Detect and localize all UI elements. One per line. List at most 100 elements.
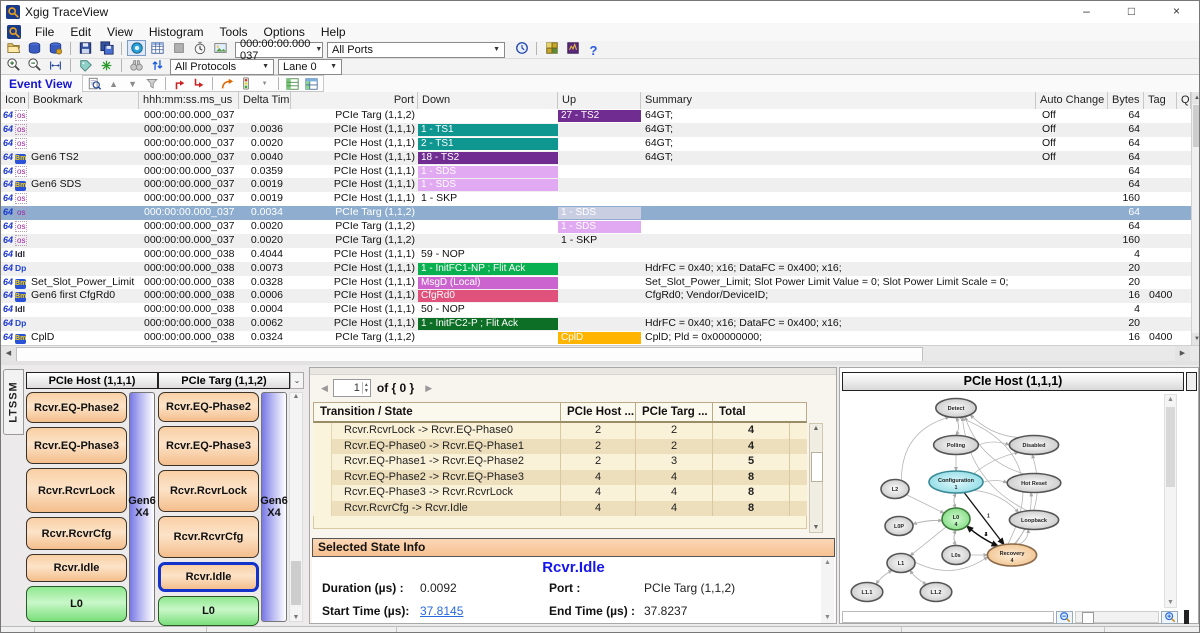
ltssm-state-rcvr-rcvrlock[interactable]: Rcvr.RcvrLock bbox=[158, 470, 259, 512]
event-row[interactable]: 64Idl000:00:00.000_0380.4044PCIe Host (1… bbox=[1, 248, 1191, 262]
event-row[interactable]: 64BmGen6 first CfgRd0000:00:00.000_0380.… bbox=[1, 289, 1191, 303]
column-header-up[interactable]: Up bbox=[558, 92, 641, 109]
grid-view-icon[interactable] bbox=[148, 40, 167, 56]
state-node-l1[interactable]: L1 bbox=[887, 554, 915, 573]
column-header[interactable]: Transition / State bbox=[314, 403, 561, 421]
event-table-horizontal-scrollbar[interactable]: ◀ ▶ bbox=[1, 345, 1200, 361]
state-node-l0s[interactable]: L0s bbox=[942, 546, 970, 565]
column-header-qu[interactable]: Qu bbox=[1177, 92, 1191, 109]
zoom-in-icon[interactable] bbox=[1161, 611, 1178, 624]
ltssm-state-rcvr-idle[interactable]: Rcvr.Idle bbox=[26, 554, 127, 582]
start-time-link[interactable]: 37.8145 bbox=[420, 604, 463, 618]
transition-row[interactable]: Rcvr.RcvrLock -> Rcvr.EQ-Phase0224 bbox=[313, 423, 807, 439]
page-prev-icon[interactable]: ◀ bbox=[316, 383, 333, 394]
event-row[interactable]: 64BmGen6 SDS000:00:00.000_0370.0019PCIe … bbox=[1, 178, 1191, 192]
event-row[interactable]: 64os000:00:00.000_0370.0020PCIe Host (1,… bbox=[1, 137, 1191, 151]
event-row[interactable]: 64os000:00:00.000_0370.0019PCIe Host (1,… bbox=[1, 192, 1191, 206]
state-node-polling[interactable]: Polling bbox=[934, 436, 979, 455]
column-header-auto-change[interactable]: Auto Change bbox=[1036, 92, 1108, 109]
stop-capture-icon[interactable] bbox=[169, 40, 188, 56]
menu-item-edit[interactable]: Edit bbox=[62, 25, 99, 39]
protocols-selector[interactable]: All Protocols▼ bbox=[170, 59, 274, 75]
event-row[interactable]: 64os000:00:00.000_0370.0034PCIe Targ (1,… bbox=[1, 206, 1191, 220]
event-row[interactable]: 64os000:00:00.000_037PCIe Targ (1,1,2)27… bbox=[1, 109, 1191, 123]
state-node-l2[interactable]: L2 bbox=[881, 480, 909, 499]
column-header-summary[interactable]: Summary bbox=[641, 92, 1036, 109]
save-all-icon[interactable] bbox=[97, 40, 116, 56]
color-legend-icon[interactable] bbox=[542, 40, 561, 56]
scroll-down-icon[interactable]: ▼ bbox=[1192, 333, 1200, 345]
ltssm-targ-header[interactable]: PCIe Targ (1,1,2) bbox=[158, 372, 290, 389]
ltssm-state-l0[interactable]: L0 bbox=[26, 586, 127, 622]
jump-next-icon[interactable] bbox=[190, 77, 207, 91]
scrollbar-thumb[interactable] bbox=[1166, 407, 1175, 487]
column-header[interactable]: PCIe Targ ... bbox=[636, 403, 713, 421]
swap-direction-icon[interactable] bbox=[148, 57, 167, 73]
page-next-icon[interactable]: ▶ bbox=[420, 383, 437, 394]
state-info-scrollbar[interactable]: ▲ ▼ bbox=[821, 557, 834, 623]
scroll-down-icon[interactable]: ▼ bbox=[810, 524, 822, 531]
scroll-up-icon[interactable]: ▲ bbox=[1165, 396, 1176, 403]
event-row[interactable]: 64Idl000:00:00.000_0380.0004PCIe Host (1… bbox=[1, 303, 1191, 317]
transition-row[interactable]: Rcvr.EQ-Phase2 -> Rcvr.EQ-Phase3448 bbox=[313, 470, 807, 486]
search-icon[interactable] bbox=[127, 57, 146, 73]
scrollbar-thumb[interactable] bbox=[811, 452, 823, 482]
scroll-down-icon[interactable]: ▼ bbox=[1165, 599, 1176, 606]
event-row[interactable]: 64os000:00:00.000_0370.0020PCIe Targ (1,… bbox=[1, 220, 1191, 234]
close-button[interactable]: × bbox=[1154, 1, 1199, 23]
green-table-1-icon[interactable] bbox=[284, 77, 301, 91]
column-header[interactable]: Total bbox=[713, 403, 790, 421]
timer-icon[interactable] bbox=[190, 40, 209, 56]
transition-table-scrollbar[interactable]: ▲ ▼ bbox=[809, 423, 823, 533]
go-link-icon[interactable] bbox=[218, 77, 235, 91]
time-info-icon[interactable] bbox=[512, 40, 531, 56]
ltssm-dropdown-icon[interactable]: ⌄ bbox=[290, 372, 304, 389]
column-header-down[interactable]: Down bbox=[418, 92, 558, 109]
capture-view-icon[interactable] bbox=[127, 40, 146, 56]
column-header-icon[interactable]: Icon bbox=[1, 92, 29, 109]
ltssm-state-l0[interactable]: L0 bbox=[158, 596, 259, 626]
state-node-detect[interactable]: Detect bbox=[936, 399, 976, 418]
view-find-icon[interactable] bbox=[86, 77, 103, 91]
event-row[interactable]: 64os000:00:00.000_0370.0359PCIe Host (1,… bbox=[1, 165, 1191, 179]
scroll-down-icon[interactable]: ▼ bbox=[290, 614, 302, 621]
ltssm-state-rcvr-rcvrlock[interactable]: Rcvr.RcvrLock bbox=[26, 468, 127, 513]
page-number[interactable]: 1 bbox=[334, 382, 362, 394]
state-node-disabled[interactable]: Disabled bbox=[1009, 436, 1058, 455]
event-row[interactable]: 64os000:00:00.000_0370.0020PCIe Targ (1,… bbox=[1, 234, 1191, 248]
slider-thumb[interactable] bbox=[1082, 612, 1094, 624]
dropdown-icon[interactable]: ▼ bbox=[256, 77, 273, 91]
state-node-l0[interactable]: L04 bbox=[942, 508, 970, 530]
scroll-up-icon[interactable]: ▲ bbox=[290, 393, 302, 400]
ltssm-tab[interactable]: LTSSM bbox=[3, 369, 24, 435]
ltssm-state-rcvr-idle[interactable]: Rcvr.Idle bbox=[158, 562, 259, 592]
state-node-l12[interactable]: L1.2 bbox=[920, 583, 952, 602]
event-row[interactable]: 64os000:00:00.000_0370.0036PCIe Host (1,… bbox=[1, 123, 1191, 137]
ltssm-state-rcvr-eq-phase3[interactable]: Rcvr.EQ-Phase3 bbox=[26, 427, 127, 464]
zoom-out-icon[interactable] bbox=[1056, 611, 1073, 624]
minimize-button[interactable]: – bbox=[1064, 1, 1109, 23]
transition-row[interactable]: Rcvr.RcvrCfg -> Rcvr.Idle448 bbox=[313, 501, 807, 517]
event-row[interactable]: 64BmGen6 TS2000:00:00.000_0370.0040PCIe … bbox=[1, 151, 1191, 165]
event-row[interactable]: 64BmCplD000:00:00.000_0380.0324PCIe Targ… bbox=[1, 331, 1191, 345]
export-disc2-icon[interactable] bbox=[46, 40, 65, 56]
zoom-in-icon[interactable] bbox=[4, 56, 23, 72]
jump-prev-icon[interactable] bbox=[171, 77, 188, 91]
time-selector[interactable]: 000:00:00.000 037▼ bbox=[235, 42, 323, 58]
column-header-bytes[interactable]: Bytes bbox=[1108, 92, 1144, 109]
state-node-l11[interactable]: L1.1 bbox=[851, 583, 883, 602]
column-header-port[interactable]: Port bbox=[291, 92, 418, 109]
state-node-recovery[interactable]: Recovery4 bbox=[987, 544, 1036, 566]
ltssm-host-header[interactable]: PCIe Host (1,1,1) bbox=[26, 372, 158, 389]
ltssm-state-rcvr-eq-phase2[interactable]: Rcvr.EQ-Phase2 bbox=[26, 392, 127, 423]
scroll-up-icon[interactable]: ▲ bbox=[810, 425, 822, 432]
scrollbar-thumb[interactable] bbox=[1193, 105, 1200, 147]
collapsed-splitter[interactable] bbox=[1184, 610, 1189, 624]
zoom-out-icon[interactable] bbox=[25, 56, 44, 72]
column-header-delta-time[interactable]: Delta Time bbox=[239, 92, 291, 109]
filter-icon[interactable] bbox=[143, 77, 160, 91]
menu-item-file[interactable]: File bbox=[27, 25, 62, 39]
column-header-bookmark[interactable]: Bookmark bbox=[29, 92, 139, 109]
scroll-right-icon[interactable]: ▶ bbox=[1175, 346, 1190, 361]
page-spinner[interactable]: 1 ▲▼ bbox=[333, 379, 371, 397]
